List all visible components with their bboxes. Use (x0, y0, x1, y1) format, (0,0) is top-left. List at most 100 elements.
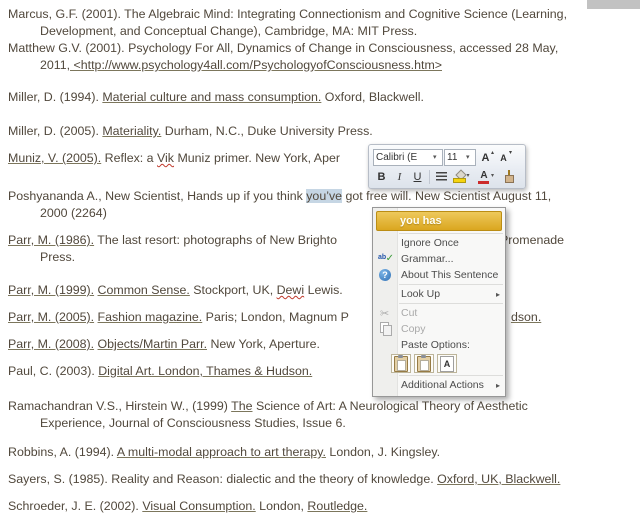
text-run: New York, Aperture. (207, 337, 320, 351)
chevron-down-icon[interactable] (491, 172, 498, 182)
text-only-icon (440, 355, 454, 372)
menu-item-ignore-once[interactable]: Ignore Once (373, 235, 505, 251)
underlined-text: Parr, M. (1999). (8, 283, 95, 297)
bibliography-entry-parr-2008[interactable]: Parr, M. (2008). Objects/Martin Parr. Ne… (8, 336, 633, 353)
underlined-text: Objects/Martin Parr. (97, 337, 208, 351)
text-run: Development, and Conceptual Change), Cam… (40, 24, 418, 38)
bibliography-entry-parr-2005[interactable]: Parr, M. (2005). Fashion magazine. Paris… (8, 309, 633, 326)
text-run: Miller, D. (1994). (8, 90, 103, 104)
text-line: Sayers, S. (1985). Reality and Reason: d… (8, 471, 633, 488)
center-align-button[interactable] (433, 169, 450, 185)
text-line: Press. (8, 249, 633, 266)
text-line: Ramachandran V.S., Hirstein W., (1999) T… (8, 398, 633, 415)
menu-separator (399, 233, 503, 234)
underline-label: U (413, 170, 422, 183)
paste-options-row (373, 353, 505, 374)
bibliography-entry-sayers[interactable]: Sayers, S. (1985). Reality and Reason: d… (8, 471, 633, 488)
underlined-text: Digital Art. London, Thames & Hudson. (98, 364, 313, 378)
chevron-down-icon[interactable] (433, 153, 440, 163)
text-run: Reflex: a (101, 151, 158, 165)
red-color-bar-icon (478, 180, 489, 184)
underlined-text: Routledge. (307, 499, 368, 513)
text-line: Muniz, V. (2005). Reflex: a Vik Muniz pr… (8, 150, 633, 167)
text-run: Experience, Journal of Consciousness Stu… (40, 416, 346, 430)
text-run: London, (255, 499, 308, 513)
text-run: Ramachandran V.S., Hirstein W., (1999) (8, 399, 232, 413)
paste-options-label: Paste Options: (401, 339, 470, 351)
bibliography-entry-poshyananda[interactable]: Poshyananda A., New Scientist, Hands up … (8, 188, 633, 222)
bibliography-entry-muniz[interactable]: Muniz, V. (2005). Reflex: a Vik Muniz pr… (8, 150, 633, 167)
submenu-arrow-icon (492, 286, 500, 303)
menu-item-copy[interactable]: Copy (373, 321, 505, 337)
menu-item-suggestion[interactable]: you has (376, 211, 502, 231)
format-painter-button[interactable] (501, 169, 518, 185)
menu-item-cut[interactable]: Cut (373, 305, 505, 322)
font-color-label: A (480, 169, 488, 181)
font-color-icon: A (478, 170, 490, 184)
text-run: London, J. Kingsley. (325, 445, 441, 459)
menu-item-look-up[interactable]: Look Up (373, 286, 505, 303)
underline-button[interactable]: U (409, 169, 426, 185)
grow-font-button[interactable]: A (477, 149, 494, 166)
text-line: Robbins, A. (1994). A multi-modal approa… (8, 444, 633, 461)
paste-option-keep-text-only[interactable] (437, 354, 457, 373)
underlined-text: Oxford, UK, Blackwell. (437, 472, 561, 486)
underlined-text: Parr, M. (1986). (8, 233, 95, 247)
misspelled-word: Dewi (276, 283, 305, 297)
text-run: Miller, D. (2005). (8, 124, 103, 138)
font-name-value: Calibri (E (376, 152, 418, 163)
italic-label: I (397, 170, 402, 183)
bibliography-entry-schroeder[interactable]: Schroeder, J. E. (2002). Visual Consumpt… (8, 498, 633, 515)
text-line: Parr, M. (2008). Objects/Martin Parr. Ne… (8, 336, 633, 353)
underlined-text: Parr, M. (2005). (8, 310, 95, 324)
text-run: Paul, C. (2003). (8, 364, 99, 378)
hyperlink-text[interactable]: , <http://www.psychology4all.com/Psychol… (67, 58, 442, 72)
text-run: Oxford, Blackwell. (321, 90, 424, 104)
text-run: Schroeder, J. E. (2002). (8, 499, 143, 513)
menu-item-about-this-sentence[interactable]: About This Sentence (373, 267, 505, 283)
bibliography-entry-parr-1999[interactable]: Parr, M. (1999). Common Sense. Stockport… (8, 282, 633, 299)
text-line: Matthew G.V. (2001). Psychology For All,… (8, 40, 633, 57)
align-center-icon (436, 172, 447, 181)
text-line: Miller, D. (1994). Material culture and … (8, 89, 633, 106)
bibliography-entry-miller-1994[interactable]: Miller, D. (1994). Material culture and … (8, 89, 633, 106)
text-line: Development, and Conceptual Change), Cam… (8, 23, 633, 40)
selected-word[interactable]: you’ve (306, 189, 343, 203)
bibliography-entry-robbins[interactable]: Robbins, A. (1994). A multi-modal approa… (8, 444, 633, 461)
text-line: Schroeder, J. E. (2002). Visual Consumpt… (8, 498, 633, 515)
menu-separator (399, 375, 503, 376)
chevron-down-icon[interactable] (467, 172, 474, 182)
font-color-button[interactable]: A (476, 169, 500, 185)
menu-item-grammar[interactable]: Grammar... (373, 250, 505, 267)
shrink-font-button[interactable]: A (495, 149, 512, 166)
menu-separator (399, 303, 503, 304)
bibliography-entry-marcus[interactable]: Marcus, G.F. (2001). The Algebraic Mind:… (8, 6, 633, 40)
menu-item-additional-actions[interactable]: Additional Actions (373, 377, 505, 394)
paste-option-merge-formatting[interactable] (414, 354, 434, 373)
font-name-select[interactable]: Calibri (E (373, 149, 443, 166)
bibliography-entry-ramachandran[interactable]: Ramachandran V.S., Hirstein W., (1999) T… (8, 398, 633, 432)
menu-separator (399, 284, 503, 285)
italic-button[interactable]: I (391, 169, 408, 185)
text-run: Stockport, UK, (189, 283, 277, 297)
bibliography-entry-paul[interactable]: Paul, C. (2003). Digital Art. London, Th… (8, 363, 633, 380)
paste-option-keep-source-formatting[interactable] (391, 354, 411, 373)
misspelled-word: Vik (157, 151, 175, 165)
highlight-button[interactable] (451, 169, 475, 185)
paintbrush-icon (504, 170, 515, 183)
text-run: Marcus, G.F. (2001). The Algebraic Mind:… (8, 7, 568, 21)
submenu-arrow-icon (492, 377, 500, 394)
chevron-down-icon[interactable] (466, 153, 473, 163)
text-run: Durham, N.C., Duke University Press. (161, 124, 373, 138)
text-run: Lewis. (304, 283, 343, 297)
text-run: Poshyananda A., New Scientist, Hands up … (8, 189, 307, 203)
font-size-value: 11 (447, 152, 458, 163)
bibliography-entry-parr-1986[interactable]: Parr, M. (1986). The last resort: photog… (8, 232, 633, 266)
text-line: 2011, <http://www.psychology4all.com/Psy… (8, 57, 633, 74)
bold-button[interactable]: B (373, 169, 390, 185)
text-line: Parr, M. (1986). The last resort: photog… (8, 232, 633, 249)
mini-toolbar: Calibri (E 11 A A B I U A (368, 144, 526, 189)
bibliography-entry-matthew[interactable]: Matthew G.V. (2001). Psychology For All,… (8, 40, 633, 74)
font-size-select[interactable]: 11 (444, 149, 476, 166)
bibliography-entry-miller-2005[interactable]: Miller, D. (2005). Materiality. Durham, … (8, 123, 633, 140)
